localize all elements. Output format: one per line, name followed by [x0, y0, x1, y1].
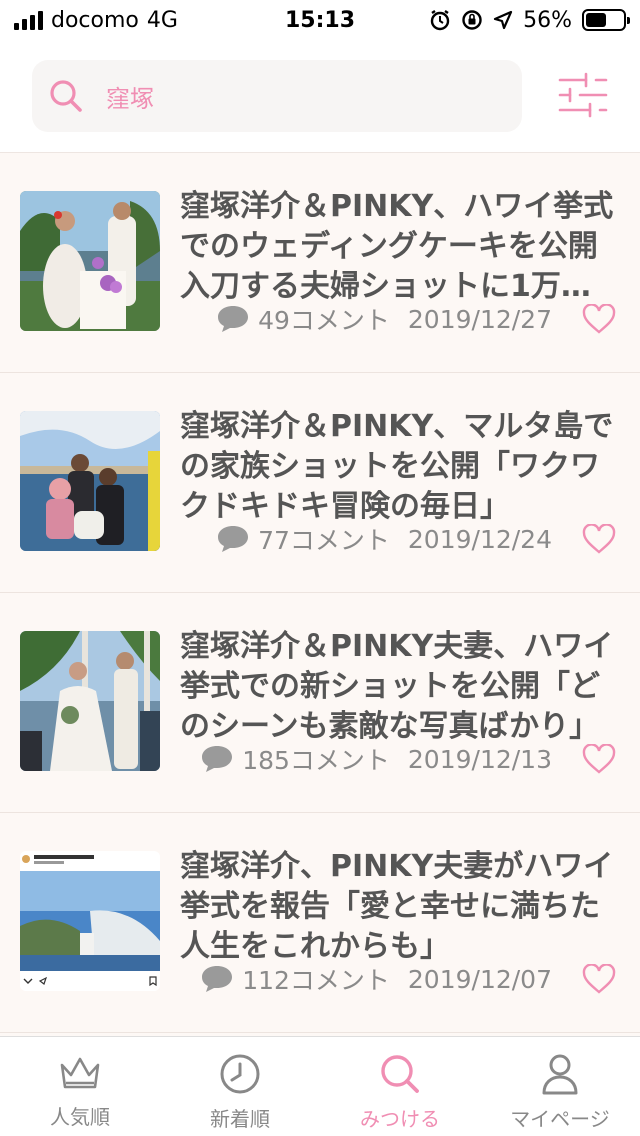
- signal-icon: [14, 10, 43, 30]
- crown-icon: [60, 1057, 100, 1089]
- status-left: docomo 4G: [14, 8, 178, 33]
- list-item[interactable]: 窪塚洋介、PINKY夫妻がハワイ挙式を報告「愛と幸せに満ちた人生をこれからも」 …: [0, 813, 640, 1033]
- article-thumbnail: [20, 631, 160, 771]
- article-thumbnail: [20, 851, 160, 991]
- article-thumbnail: [20, 411, 160, 551]
- article-meta: 185コメント 2019/12/13: [200, 739, 616, 779]
- battery-icon: [582, 9, 630, 31]
- search-input[interactable]: 窪塚: [32, 60, 522, 132]
- list-item[interactable]: 窪塚洋介＆PINKY、マルタ島での家族ショットを公開「ワクワクドキドキ冒険の毎日…: [0, 373, 640, 593]
- heart-icon[interactable]: [582, 304, 616, 334]
- user-icon: [542, 1054, 578, 1095]
- rotation-lock-icon: [462, 10, 482, 30]
- battery-fill: [586, 13, 607, 27]
- status-bar: docomo 4G 15:13 56%: [0, 0, 640, 40]
- article-title: 窪塚洋介、PINKY夫妻がハワイ挙式を報告「愛と幸せに満ちた人生をこれからも」: [180, 849, 614, 964]
- filter-sliders-icon[interactable]: [556, 72, 610, 118]
- article-date: 2019/12/24: [407, 524, 552, 554]
- search-query: 窪塚: [106, 84, 154, 113]
- alarm-icon: [430, 10, 450, 31]
- heart-icon[interactable]: [582, 524, 616, 554]
- list-item[interactable]: 窪塚洋介＆PINKY、ハワイ挙式でのウェディングケーキを公開 入刀する夫婦ショッ…: [0, 153, 640, 373]
- tab-popular[interactable]: 人気順: [0, 1037, 160, 1136]
- article-date: 2019/12/27: [407, 304, 552, 334]
- comment-count: 112コメント: [242, 966, 390, 995]
- tab-discover[interactable]: みつける: [320, 1037, 480, 1136]
- location-icon: [493, 10, 513, 30]
- tab-newest[interactable]: 新着順: [160, 1037, 320, 1136]
- article-title: 窪塚洋介＆PINKY、ハワイ挙式でのウェディングケーキを公開 入刀する夫婦ショッ…: [180, 189, 614, 304]
- article-list: 窪塚洋介＆PINKY、ハワイ挙式でのウェディングケーキを公開 入刀する夫婦ショッ…: [0, 153, 640, 1033]
- article-title: 窪塚洋介＆PINKY夫妻、ハワイ挙式での新ショットを公開「どのシーンも素敵な写真…: [180, 629, 614, 744]
- comment-icon: [218, 526, 249, 552]
- header: 窪塚: [0, 40, 640, 153]
- tab-label: 人気順: [50, 1105, 110, 1129]
- list-item[interactable]: 窪塚洋介＆PINKY夫妻、ハワイ挙式での新ショットを公開「どのシーンも素敵な写真…: [0, 593, 640, 813]
- tab-label: マイページ: [510, 1107, 610, 1131]
- article-date: 2019/12/07: [407, 964, 552, 994]
- comment-count: 185コメント: [242, 746, 390, 775]
- status-right: 56%: [429, 7, 630, 33]
- article-meta: 49コメント 2019/12/27: [216, 299, 616, 339]
- article-title: 窪塚洋介＆PINKY、マルタ島での家族ショットを公開「ワクワクドキドキ冒険の毎日…: [180, 409, 614, 524]
- network-label: 4G: [146, 7, 178, 33]
- comment-count: 77コメント: [258, 526, 390, 555]
- heart-icon[interactable]: [582, 744, 616, 774]
- carrier-label: docomo: [51, 7, 139, 33]
- heart-icon[interactable]: [582, 964, 616, 994]
- article-date: 2019/12/13: [407, 744, 552, 774]
- article-meta: 112コメント 2019/12/07: [200, 959, 616, 999]
- clock-icon: [220, 1054, 260, 1094]
- tab-bar: 人気順 新着順 みつける マイページ: [0, 1036, 640, 1136]
- comment-icon: [218, 306, 249, 332]
- battery-percent: 56%: [523, 7, 572, 33]
- tab-label: 新着順: [210, 1107, 270, 1131]
- tab-label: みつける: [360, 1107, 440, 1131]
- search-icon: [381, 1055, 419, 1093]
- search-icon: [50, 80, 82, 112]
- article-thumbnail: [20, 191, 160, 331]
- tab-mypage[interactable]: マイページ: [480, 1037, 640, 1136]
- comment-icon: [202, 746, 233, 772]
- article-meta: 77コメント 2019/12/24: [216, 519, 616, 559]
- screen: docomo 4G 15:13 56% 窪塚 窪塚洋介＆PINKY、ハワイ挙式で…: [0, 0, 640, 1136]
- comment-icon: [202, 966, 233, 992]
- comment-count: 49コメント: [258, 306, 390, 335]
